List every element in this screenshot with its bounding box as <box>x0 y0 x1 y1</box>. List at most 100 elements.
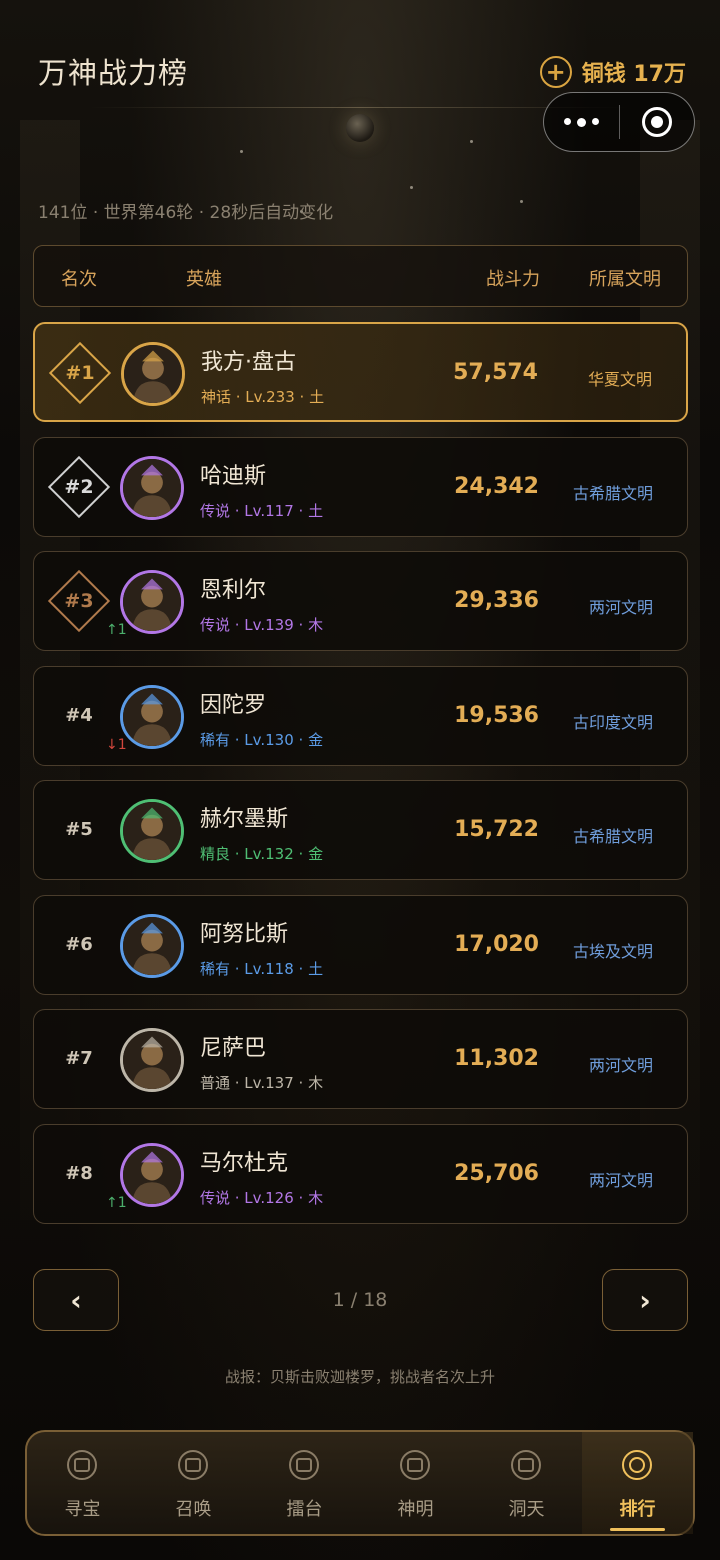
hero-meta: 神话 · Lv.233 · 土 <box>201 388 325 406</box>
tab-label: 召唤 <box>175 1499 212 1520</box>
hero-avatar[interactable] <box>120 799 184 863</box>
hero-avatar[interactable] <box>120 1028 184 1092</box>
combat-power: 25,706 <box>454 1160 539 1186</box>
cave-home-icon <box>511 1450 541 1480</box>
combat-power: 57,574 <box>453 360 538 385</box>
table-row[interactable]: #4 ↓1 因陀罗 稀有 · Lv.130 · 金 19,536 古印度文明 <box>33 665 688 766</box>
next-page-button[interactable]: › <box>602 1269 688 1331</box>
star <box>470 140 473 143</box>
hero-name: 因陀罗 <box>200 692 267 718</box>
civilization-label: 两河文明 <box>588 1056 653 1075</box>
hero-meta: 普通 · Lv.137 · 木 <box>200 1074 324 1092</box>
arena-icon <box>289 1450 319 1480</box>
hero-portrait-icon <box>123 687 181 746</box>
rank-label: #5 <box>65 819 93 840</box>
tab-label: 神明 <box>397 1499 434 1520</box>
civilization-label: 古希腊文明 <box>572 827 653 846</box>
miniprogram-capsule <box>543 92 695 152</box>
table-row[interactable]: #8 ↑1 马尔杜克 传说 · Lv.126 · 木 25,706 两河文明 <box>33 1123 688 1224</box>
tab-cave-home[interactable]: 洞天 <box>471 1432 582 1534</box>
hero-name: 马尔杜克 <box>200 1150 289 1176</box>
table-row[interactable]: #1 我方·盘古 神话 · Lv.233 · 土 57,574 华夏文明 <box>33 322 688 422</box>
ranking-subtitle: 141位 · 世界第46轮 · 28秒后自动变化 <box>38 203 334 223</box>
hero-portrait-icon <box>123 573 181 631</box>
hero-name: 尼萨巴 <box>200 1036 267 1061</box>
hero-avatar[interactable] <box>120 570 184 634</box>
combat-power: 24,342 <box>454 473 539 499</box>
more-dots-icon[interactable] <box>544 117 619 127</box>
tab-arena[interactable]: 擂台 <box>249 1432 360 1534</box>
hero-avatar[interactable] <box>120 913 184 978</box>
civilization-label: 古埃及文明 <box>572 941 653 961</box>
currency-amount: 铜钱 17万 <box>581 62 686 87</box>
hero-name: 赫尔墨斯 <box>200 807 289 832</box>
hero-portrait-icon <box>123 1031 181 1089</box>
table-row[interactable]: #7 尼萨巴 普通 · Lv.137 · 木 11,302 两河文明 <box>33 1009 688 1109</box>
plus-circle-icon[interactable]: + <box>539 56 572 88</box>
treasure-icon <box>67 1450 97 1480</box>
combat-power: 17,020 <box>454 931 539 957</box>
tab-label: 排行 <box>619 1499 656 1520</box>
hero-name: 我方·盘古 <box>201 350 296 375</box>
celestial-orb <box>346 114 374 142</box>
civilization-label: 两河文明 <box>588 1170 653 1190</box>
star <box>240 150 243 153</box>
header-civilization: 所属文明 <box>589 269 661 290</box>
header-rank: 名次 <box>61 269 97 290</box>
bottom-tab-bar: 寻宝 召唤 擂台 神明 洞天 排行 <box>25 1430 695 1536</box>
rank-label: #8 <box>65 1162 93 1184</box>
hero-name: 哈迪斯 <box>200 463 267 489</box>
hero-portrait-icon <box>123 458 181 517</box>
hero-portrait-icon <box>123 1145 181 1204</box>
civilization-label: 古印度文明 <box>572 712 653 732</box>
header-power: 战斗力 <box>486 269 540 290</box>
table-row[interactable]: #6 阿努比斯 稀有 · Lv.118 · 土 17,020 古埃及文明 <box>33 894 688 995</box>
civilization-label: 华夏文明 <box>587 370 652 389</box>
tab-summon[interactable]: 召唤 <box>138 1432 249 1534</box>
hero-name: 恩利尔 <box>200 578 267 603</box>
hero-meta: 精良 · Lv.132 · 金 <box>200 845 324 863</box>
hero-meta: 传说 · Lv.117 · 土 <box>200 501 324 520</box>
deity-icon <box>400 1450 430 1480</box>
star <box>520 200 523 203</box>
tab-label: 洞天 <box>508 1499 545 1520</box>
page-title: 万神战力榜 <box>38 56 189 90</box>
rank-label: #4 <box>65 704 93 726</box>
rank-label: #2 <box>64 475 94 498</box>
ranking-icon <box>622 1450 652 1480</box>
rank-trend-up: ↑1 <box>106 622 127 638</box>
tab-deity[interactable]: 神明 <box>360 1432 471 1534</box>
hero-meta: 传说 · Lv.139 · 木 <box>200 616 324 634</box>
table-row[interactable]: #3 ↑1 恩利尔 传说 · Lv.139 · 木 29,336 两河文明 <box>33 551 688 651</box>
hero-avatar[interactable] <box>121 342 185 406</box>
combat-power: 29,336 <box>454 588 539 613</box>
hero-avatar[interactable] <box>120 684 184 749</box>
rank-label: #1 <box>65 362 95 384</box>
hero-portrait-icon <box>124 345 182 403</box>
target-icon[interactable] <box>620 107 695 137</box>
rank-trend-down: ↓1 <box>106 736 127 753</box>
tab-treasure[interactable]: 寻宝 <box>27 1432 138 1534</box>
battle-report: 战报：贝斯击败迦楼罗，挑战者名次上升 <box>224 1368 495 1386</box>
combat-power: 11,302 <box>454 1046 539 1071</box>
civilization-label: 两河文明 <box>588 598 653 617</box>
tab-ranking[interactable]: 排行 <box>582 1432 693 1534</box>
rank-trend-up: ↑1 <box>106 1194 127 1211</box>
hero-avatar[interactable] <box>120 455 184 520</box>
rank-label: #6 <box>65 933 93 955</box>
civilization-label: 古希腊文明 <box>572 483 653 503</box>
rank-label: #3 <box>64 590 94 612</box>
header-hero: 英雄 <box>186 269 222 290</box>
active-tab-indicator <box>610 1528 665 1531</box>
table-row[interactable]: #5 赫尔墨斯 精良 · Lv.132 · 金 15,722 古希腊文明 <box>33 780 688 880</box>
hero-meta: 稀有 · Lv.130 · 金 <box>200 730 324 749</box>
combat-power: 15,722 <box>454 817 539 842</box>
hero-portrait-icon <box>123 802 181 860</box>
star <box>410 186 413 189</box>
currency-display[interactable]: + 铜钱 17万 <box>539 56 686 88</box>
table-header: 名次 英雄 战斗力 所属文明 <box>33 245 688 307</box>
summon-icon <box>178 1450 208 1480</box>
table-row[interactable]: #2 哈迪斯 传说 · Lv.117 · 土 24,342 古希腊文明 <box>33 436 688 537</box>
rank-label: #7 <box>65 1048 93 1069</box>
hero-avatar[interactable] <box>120 1142 184 1207</box>
